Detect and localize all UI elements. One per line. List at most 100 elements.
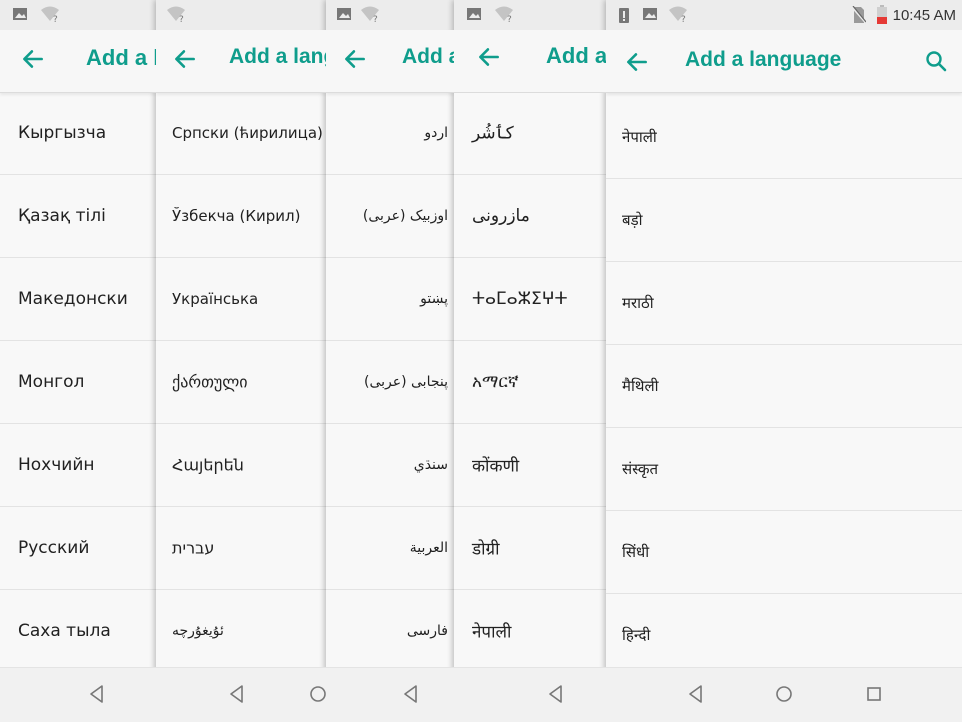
language-label: Македонски: [18, 289, 128, 309]
gallery-notification-icon: [13, 8, 27, 20]
page-title: Add a language: [546, 43, 606, 68]
page-title: Add a language: [229, 45, 326, 68]
svg-text:?: ?: [681, 15, 686, 23]
nav-back-icon[interactable]: [86, 683, 108, 705]
language-label: ئۇيغۇرچە: [172, 623, 224, 639]
language-item[interactable]: कोंकणी: [454, 424, 606, 507]
settings-panel-5: ? 10:45 AM Add a language नेपाली बड़ो मर…: [606, 0, 962, 722]
language-item[interactable]: سنڌي: [326, 424, 454, 507]
nav-recents-icon[interactable]: [863, 683, 885, 705]
language-item[interactable]: डोग्री: [454, 507, 606, 590]
svg-text:?: ?: [507, 15, 512, 23]
gallery-notification-icon: [467, 8, 481, 20]
settings-panel-4: ? Add a language کٲشُر مازرونی ⵜⴰⵎⴰⵣⵉⵖⵜ …: [454, 0, 606, 722]
status-bar: ?: [326, 0, 454, 30]
language-item[interactable]: Қазақ тілі: [0, 175, 156, 258]
language-item[interactable]: Монгол: [0, 341, 156, 424]
language-item[interactable]: Ўзбекча (Кирил): [156, 175, 326, 258]
language-item[interactable]: सिंधी: [606, 511, 962, 594]
back-arrow-icon[interactable]: [476, 44, 502, 70]
language-list: नेपाली बड़ो मराठी मैथिली संस्कृत सिंधी ह…: [606, 96, 962, 677]
language-item[interactable]: فارسی: [326, 590, 454, 673]
back-arrow-icon[interactable]: [20, 46, 46, 72]
language-item[interactable]: मराठी: [606, 262, 962, 345]
language-item[interactable]: ⵜⴰⵎⴰⵣⵉⵖⵜ: [454, 258, 606, 341]
language-label: اوزبیک (عربی): [362, 208, 448, 224]
svg-text:?: ?: [53, 15, 58, 23]
nav-home-icon[interactable]: [307, 683, 326, 705]
language-label: डोग्री: [472, 539, 500, 560]
app-bar: Add a language: [0, 30, 156, 93]
language-label: नेपाली: [472, 622, 512, 643]
language-item[interactable]: Кыргызча: [0, 92, 156, 175]
search-icon[interactable]: [924, 49, 948, 73]
alert-notification-icon: [619, 8, 629, 23]
language-item[interactable]: پښتو: [326, 258, 454, 341]
language-item[interactable]: አማርኛ: [454, 341, 606, 424]
language-label: اردو: [424, 125, 448, 141]
app-bar: Add a language: [454, 30, 606, 93]
settings-panel-3: ? Add a language اردو اوزبیک (عربی) پښتو…: [326, 0, 454, 722]
language-item[interactable]: मैथिली: [606, 345, 962, 428]
back-arrow-icon[interactable]: [342, 46, 368, 72]
language-item[interactable]: Հայերեն: [156, 424, 326, 507]
svg-text:?: ?: [373, 15, 378, 23]
language-label: मैथिली: [622, 377, 659, 395]
language-item[interactable]: ئۇيغۇرچە: [156, 590, 326, 673]
page-title: Add a language: [685, 48, 842, 71]
language-label: सिंधी: [622, 543, 650, 561]
gallery-notification-icon: [643, 8, 657, 20]
language-label: Саха тыла: [18, 621, 111, 641]
language-item[interactable]: العربية: [326, 507, 454, 590]
language-label: Українська: [172, 290, 259, 308]
app-bar: Add a language: [326, 30, 454, 93]
language-item[interactable]: کٲشُر: [454, 92, 606, 175]
language-item[interactable]: बड़ो: [606, 179, 962, 262]
language-list: اردو اوزبیک (عربی) پښتو پنجابی (عربی) سن…: [326, 92, 454, 673]
language-label: Нохчийн: [18, 455, 95, 475]
wifi-icon: ?: [361, 6, 379, 23]
nav-back-icon[interactable]: [226, 683, 248, 705]
nav-back-icon[interactable]: [685, 683, 707, 705]
navigation-bar: [0, 667, 156, 722]
nav-home-icon[interactable]: [773, 683, 795, 705]
settings-panel-2: ? Add a language Српски (ћирилица) Ўзбек…: [156, 0, 326, 722]
settings-panel-1: ? Add a language Кыргызча Қазақ тілі Мак…: [0, 0, 156, 722]
language-item[interactable]: ქართული: [156, 341, 326, 424]
language-item[interactable]: नेपाली: [606, 96, 962, 179]
language-item[interactable]: Саха тыла: [0, 590, 156, 673]
language-label: አማርኛ: [472, 372, 519, 392]
navigation-bar: [326, 667, 454, 722]
status-bar: ? 10:45 AM: [606, 0, 962, 30]
language-label: संस्कृत: [622, 460, 659, 478]
language-item[interactable]: Српски (ћирилица): [156, 92, 326, 175]
language-item[interactable]: हिन्दी: [606, 594, 962, 677]
back-arrow-icon[interactable]: [172, 46, 198, 72]
language-list: Српски (ћирилица) Ўзбекча (Кирил) Україн…: [156, 92, 326, 673]
language-item[interactable]: Нохчийн: [0, 424, 156, 507]
language-label: עברית: [172, 538, 215, 558]
language-item[interactable]: پنجابی (عربی): [326, 341, 454, 424]
language-label: ქართული: [172, 372, 248, 392]
language-item[interactable]: Русский: [0, 507, 156, 590]
language-item[interactable]: עברית: [156, 507, 326, 590]
nav-back-icon[interactable]: [400, 683, 422, 705]
language-label: مازرونی: [472, 206, 530, 226]
language-label: Հայերեն: [172, 455, 244, 475]
language-item[interactable]: Українська: [156, 258, 326, 341]
language-list: کٲشُر مازرونی ⵜⴰⵎⴰⵣⵉⵖⵜ አማርኛ कोंकणी डोग्र…: [454, 92, 606, 673]
language-item[interactable]: اوزبیک (عربی): [326, 175, 454, 258]
nav-back-icon[interactable]: [545, 683, 567, 705]
language-item[interactable]: اردو: [326, 92, 454, 175]
app-bar: Add a language: [606, 30, 962, 93]
back-arrow-icon[interactable]: [624, 49, 650, 75]
language-item[interactable]: नेपाली: [454, 590, 606, 673]
language-list: Кыргызча Қазақ тілі Македонски Монгол Но…: [0, 92, 156, 673]
language-item[interactable]: مازرونی: [454, 175, 606, 258]
battery-low-icon: [877, 5, 887, 24]
language-item[interactable]: Македонски: [0, 258, 156, 341]
language-label: Ўзбекча (Кирил): [172, 207, 301, 225]
svg-text:?: ?: [179, 15, 184, 23]
language-item[interactable]: संस्कृत: [606, 428, 962, 511]
language-label: Кыргызча: [18, 123, 107, 143]
